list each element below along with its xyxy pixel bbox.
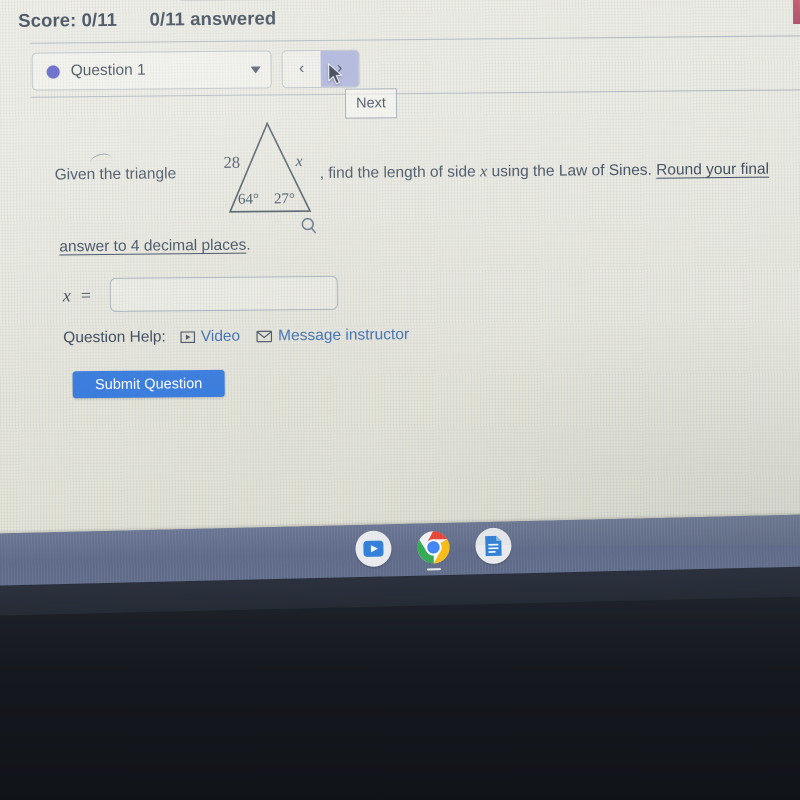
- magnifier-icon[interactable]: [300, 217, 318, 235]
- triangle-figure[interactable]: 28 x 64° 27°: [219, 115, 332, 241]
- answer-equals-sign: =: [80, 285, 92, 306]
- question-text-line-2: answer to 4 decimal places.: [59, 236, 251, 256]
- prev-question-button[interactable]: ‹: [283, 51, 321, 87]
- answer-input[interactable]: [109, 275, 338, 312]
- media-player-icon[interactable]: [355, 530, 392, 568]
- cut-off-text-above: [179, 0, 381, 2]
- question-underlined-text-1: Round your final: [656, 160, 770, 179]
- question-help-row: Question Help: Video Message instructor: [63, 326, 425, 347]
- video-play-icon: [179, 331, 195, 344]
- video-help-label: Video: [200, 327, 241, 346]
- triangle-side-label-right: x: [295, 153, 303, 171]
- envelope-icon: [256, 330, 272, 343]
- submit-question-button[interactable]: Submit Question: [72, 369, 225, 399]
- question-status-dot-icon: [46, 64, 60, 79]
- screen-photo: Score: 0/11 0/11 answered Question 1 ‹ ›…: [0, 0, 800, 800]
- active-app-indicator: [426, 567, 441, 571]
- question-selector-label: Question 1: [70, 61, 146, 80]
- screen-smudge-artifact: [89, 152, 112, 163]
- taskbar-icons: [355, 527, 512, 571]
- question-pager: ‹ ›: [281, 49, 360, 89]
- video-help-link[interactable]: Video: [179, 327, 241, 347]
- question-text-period: .: [246, 236, 251, 254]
- question-text-after-figure: , find the length of side x using the La…: [320, 161, 770, 182]
- triangle-side-label-left: 28: [223, 152, 241, 172]
- chevron-down-icon: [250, 66, 261, 74]
- mouse-cursor-icon: [328, 63, 343, 85]
- screen-right-edge-artifact: [792, 0, 800, 25]
- question-text-segment-2: using the Law of Sines.: [487, 161, 657, 181]
- message-instructor-link[interactable]: Message instructor: [256, 326, 409, 345]
- triangle-angle-label-right: 27°: [273, 191, 296, 208]
- question-underlined-text-2: answer to 4 decimal places: [59, 236, 247, 256]
- quiz-page: Score: 0/11 0/11 answered Question 1 ‹ ›…: [0, 0, 800, 545]
- divider-top: [30, 35, 800, 44]
- message-instructor-label: Message instructor: [278, 326, 410, 345]
- answered-label: 0/11 answered: [149, 7, 277, 30]
- documents-icon[interactable]: [475, 527, 512, 565]
- score-status-bar: Score: 0/11 0/11 answered: [18, 7, 276, 31]
- question-help-label: Question Help:: [63, 328, 166, 347]
- triangle-angle-label-left: 64°: [237, 191, 260, 208]
- question-text-segment-1: , find the length of side: [319, 163, 481, 182]
- divider-bottom: [30, 89, 800, 98]
- chrome-icon[interactable]: [415, 529, 452, 571]
- next-button-tooltip: Next: [344, 88, 398, 119]
- question-selector-dropdown[interactable]: Question 1: [31, 50, 272, 91]
- answer-variable-label: x: [62, 285, 71, 306]
- dark-background-area: [0, 580, 800, 800]
- score-label: Score: 0/11: [18, 8, 118, 31]
- question-text-before-figure: Given the triangle: [54, 165, 177, 184]
